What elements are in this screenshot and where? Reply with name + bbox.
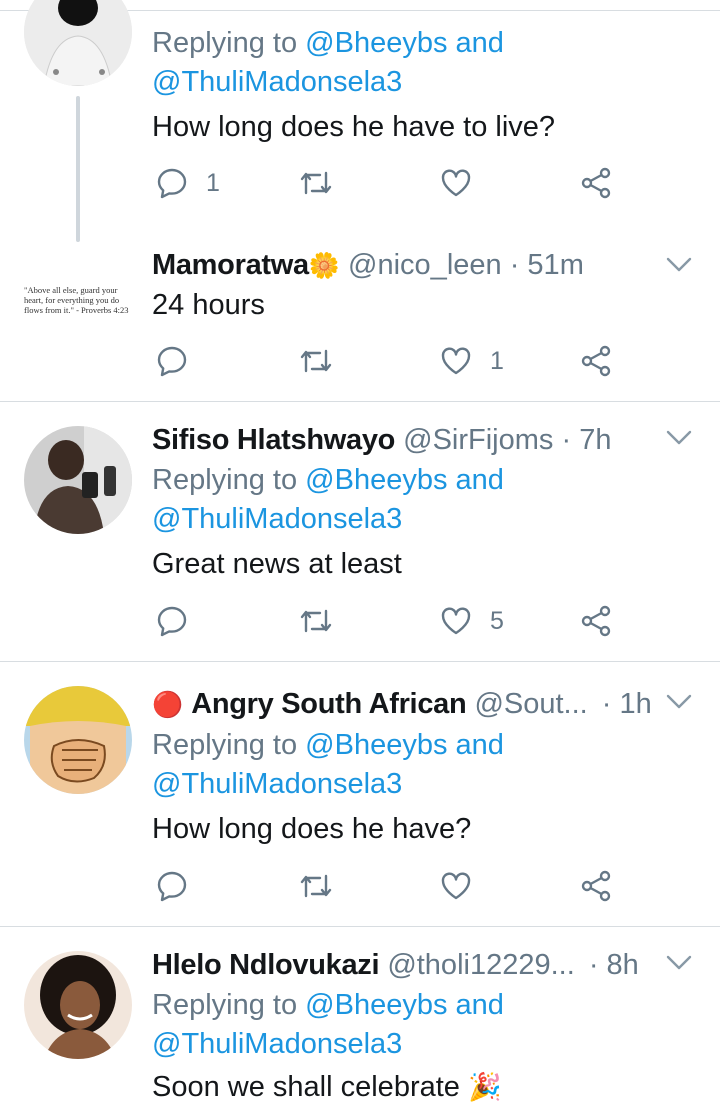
like-icon [440, 167, 472, 199]
avatar-quote-text: "Above all else, guard your heart, for e… [24, 285, 129, 315]
display-name[interactable]: Angry South African [191, 688, 466, 720]
share-icon [580, 167, 612, 199]
reply-count: 1 [206, 168, 220, 197]
action-bar: 5 [152, 601, 622, 641]
share-button[interactable] [580, 341, 612, 381]
like-icon [440, 870, 472, 902]
like-count: 1 [490, 346, 504, 375]
mention-link[interactable]: @Bheeybs [305, 729, 447, 761]
display-name[interactable]: Mamoratwa [152, 249, 309, 281]
replying-to: Replying to @Bheeybs and [152, 464, 504, 496]
reply-icon [156, 870, 188, 902]
share-button[interactable] [580, 601, 612, 641]
red-circle-emoji: 🔴 [152, 691, 184, 719]
reply-button[interactable] [156, 601, 188, 641]
mention-link[interactable]: @Bheeybs [305, 989, 447, 1021]
party-popper-emoji: 🎉 [467, 1072, 502, 1102]
retweet-button[interactable] [298, 866, 334, 906]
reply-button[interactable]: 1 [156, 163, 220, 203]
like-button[interactable] [440, 866, 472, 906]
tweet-text: How long does he have? [152, 813, 472, 845]
mention-link[interactable]: @ThuliMadonsela3 [152, 66, 402, 98]
action-bar [152, 866, 622, 906]
timestamp: · 8h [588, 949, 639, 981]
share-button[interactable] [580, 163, 612, 203]
mention-link[interactable]: @ThuliMadonsela3 [152, 1028, 402, 1060]
display-name[interactable]: Sifiso Hlatshwayo [152, 424, 395, 456]
share-icon [580, 605, 612, 637]
tweet-text: Great news at least [152, 548, 402, 580]
handle[interactable]: @tholi12229... [387, 949, 574, 981]
avatar[interactable] [24, 0, 132, 86]
like-button[interactable]: 1 [440, 341, 504, 381]
avatar[interactable] [24, 426, 132, 534]
reply-icon [156, 605, 188, 637]
tweet-text: 24 hours [152, 289, 265, 321]
action-bar: 1 [152, 163, 622, 203]
share-button[interactable] [580, 866, 612, 906]
reply-icon [156, 345, 188, 377]
avatar[interactable] [24, 686, 132, 794]
replying-to: Replying to @Bheeybs and [152, 27, 504, 59]
tweet-header: 🔴 Angry South African @Sout... · 1h [152, 686, 652, 722]
timestamp: · 7h [561, 424, 612, 456]
handle[interactable]: @nico_leen [348, 249, 502, 281]
reply-button[interactable] [156, 341, 188, 381]
handle[interactable]: @SirFijoms [403, 424, 553, 456]
retweet-icon [298, 605, 334, 637]
chevron-down-icon[interactable] [666, 257, 692, 273]
tweet-header: Hlelo Ndlovukazi @tholi12229... · 8h [152, 947, 639, 983]
chevron-down-icon[interactable] [666, 694, 692, 710]
reply-button[interactable] [156, 866, 188, 906]
retweet-icon [298, 167, 334, 199]
mention-link[interactable]: @ThuliMadonsela3 [152, 768, 402, 800]
like-count: 5 [490, 606, 504, 635]
tweet-4[interactable]: Hlelo Ndlovukazi @tholi12229... · 8h Rep… [0, 927, 720, 1105]
handle[interactable]: @Sout... [474, 688, 587, 720]
avatar[interactable] [24, 951, 132, 1059]
like-icon [440, 605, 472, 637]
avatar[interactable]: "Above all else, guard your heart, for e… [24, 285, 132, 315]
tweet-text: How long does he have to live? [152, 111, 556, 143]
timestamp: · 51m [509, 249, 584, 281]
retweet-button[interactable] [298, 341, 334, 381]
thread-line [76, 96, 80, 242]
mention-link[interactable]: @Bheeybs [305, 464, 447, 496]
tweet-header: Sifiso Hlatshwayo @SirFijoms · 7h [152, 422, 611, 458]
tweet-0[interactable]: Replying to @Bheeybs and @ThuliMadonsela… [0, 0, 720, 245]
tweet-3[interactable]: 🔴 Angry South African @Sout... · 1h Repl… [0, 662, 720, 925]
mention-link[interactable]: @ThuliMadonsela3 [152, 503, 402, 535]
chevron-down-icon[interactable] [666, 955, 692, 971]
tweet-1[interactable]: "Above all else, guard your heart, for e… [0, 245, 720, 400]
mention-link[interactable]: @Bheeybs [305, 27, 447, 59]
share-icon [580, 345, 612, 377]
action-bar: 1 [152, 341, 622, 381]
retweet-button[interactable] [298, 163, 334, 203]
replying-to: Replying to @Bheeybs and [152, 729, 504, 761]
like-button[interactable] [440, 163, 472, 203]
retweet-icon [298, 345, 334, 377]
retweet-button[interactable] [298, 601, 334, 641]
tweet-header: Mamoratwa🌼 @nico_leen · 51m [152, 247, 584, 283]
timestamp: · 1h [601, 688, 652, 720]
replying-to: Replying to @Bheeybs and [152, 989, 504, 1021]
reply-icon [156, 167, 188, 199]
retweet-icon [298, 870, 334, 902]
share-icon [580, 870, 612, 902]
chevron-down-icon[interactable] [666, 430, 692, 446]
flower-emoji: 🌼 [308, 252, 340, 280]
tweet-2[interactable]: Sifiso Hlatshwayo @SirFijoms · 7h Replyi… [0, 402, 720, 660]
like-button[interactable]: 5 [440, 601, 504, 641]
display-name[interactable]: Hlelo Ndlovukazi [152, 949, 380, 981]
tweet-text: Soon we shall celebrate 🎉 [152, 1071, 502, 1103]
like-icon [440, 345, 472, 377]
